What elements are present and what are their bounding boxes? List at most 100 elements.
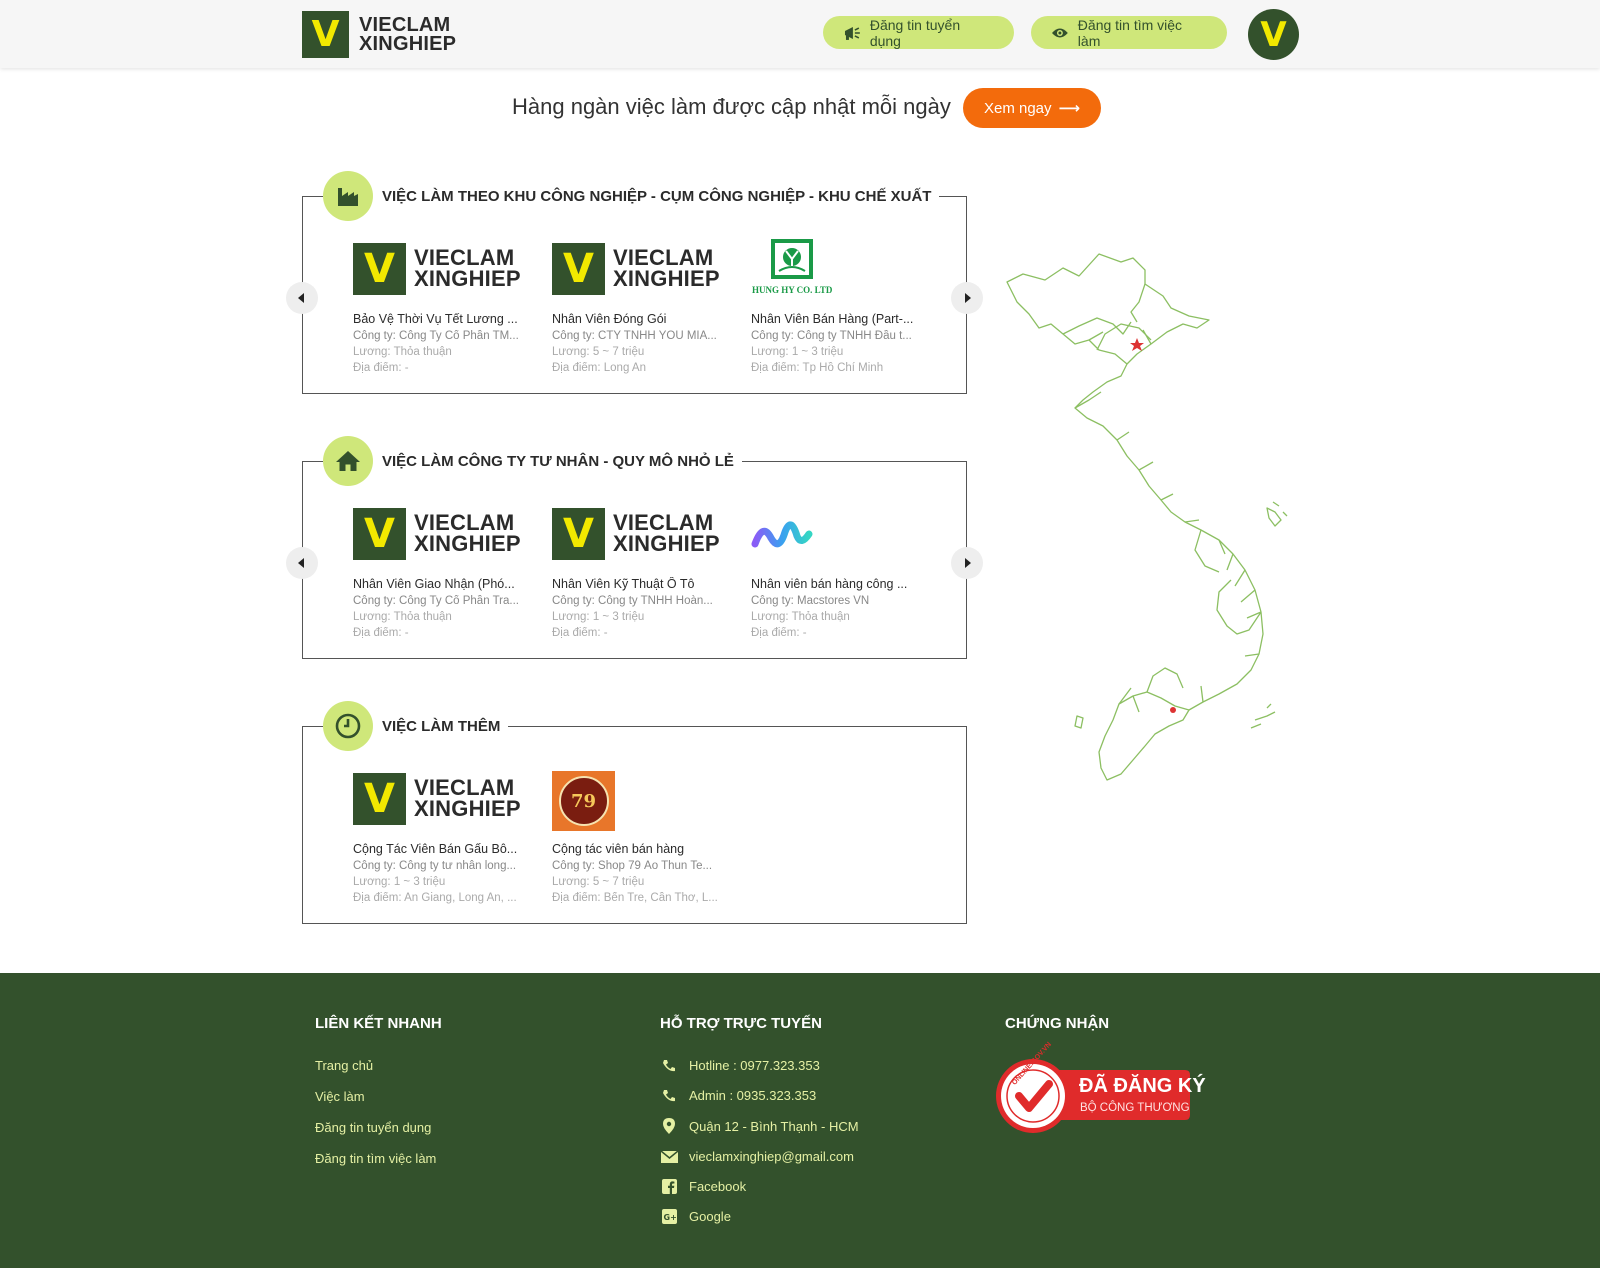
- facebook-icon: [660, 1179, 678, 1194]
- job-salary: Lương: 5 ~ 7 triệu: [552, 876, 645, 888]
- job-card[interactable]: V VIECLAM XINGHIEP Cộng Tác Viên Bán Gấu …: [353, 771, 528, 904]
- vieclam-logo: V VIECLAM XINGHIEP: [552, 508, 720, 560]
- google-plus-icon: G+: [660, 1209, 678, 1224]
- vietnam-map[interactable]: [1005, 250, 1315, 800]
- job-location: Địa điểm: -: [353, 362, 409, 374]
- banner-tagline: Hàng ngàn việc làm được cập nhật mỗi ngà…: [512, 94, 951, 119]
- job-company: Công ty: Công ty tư nhân long...: [353, 860, 517, 872]
- mail-icon: [660, 1150, 678, 1163]
- home-icon: [323, 436, 373, 486]
- footer-link-post-job[interactable]: Đăng tin tuyển dụng: [315, 1120, 442, 1135]
- admin-phone-link[interactable]: Admin : 0935.323.353: [660, 1088, 859, 1103]
- phone-icon: [660, 1059, 678, 1073]
- hotline-link[interactable]: Hotline : 0977.323.353: [660, 1058, 859, 1073]
- job-title: Nhân viên bán hàng công ...: [751, 577, 908, 591]
- job-location: Địa điểm: -: [353, 627, 409, 639]
- job-title: Cộng Tác Viên Bán Gấu Bô...: [353, 842, 518, 856]
- job-card[interactable]: 79 Cộng tác viên bán hàng Công ty: Shop …: [552, 771, 727, 904]
- job-card[interactable]: V VIECLAM XINGHIEP Nhân Viên Kỹ Thuật Ô T…: [552, 506, 727, 639]
- clock-icon: [323, 701, 373, 751]
- job-salary: Lương: 1 ~ 3 triệu: [353, 876, 446, 888]
- job-location: Địa điểm: An Giang, Long An, ...: [353, 892, 517, 904]
- section-title: VIỆC LÀM THEO KHU CÔNG NGHIỆP - CỤM CÔNG…: [382, 187, 932, 205]
- job-card[interactable]: V VIECLAM XINGHIEP Bảo Vệ Thời Vụ Tết Lươ…: [353, 241, 528, 374]
- footer-heading: HỖ TRỢ TRỰC TUYẾN: [660, 1015, 822, 1032]
- footer-link-post-resume[interactable]: Đăng tin tìm việc làm: [315, 1151, 442, 1166]
- caret-left-icon: [298, 558, 304, 568]
- capital-star-icon: [1130, 338, 1144, 351]
- job-company: Công ty: Công ty TNHH Hoàn...: [552, 595, 713, 607]
- job-company: Công ty: Shop 79 Áo Thun Te...: [552, 860, 713, 872]
- job-salary: Lương: 5 ~ 7 triệu: [552, 346, 645, 358]
- job-location: Địa điểm: Tp Hồ Chí Minh: [751, 362, 884, 374]
- macstores-logo: [751, 521, 813, 548]
- job-title: Nhân Viên Kỹ Thuật Ô Tô: [552, 577, 695, 591]
- phone-icon: [660, 1089, 678, 1103]
- section-industrial-jobs: VIỆC LÀM THEO KHU CÔNG NGHIỆP - CỤM CÔNG…: [286, 171, 983, 394]
- post-resume-button[interactable]: Đăng tin tìm việc làm: [1031, 16, 1227, 49]
- email-link[interactable]: vieclamxinghiep@gmail.com: [660, 1149, 859, 1164]
- quick-links: LIÊN KẾT NHANH Trang chủ Việc làm Đăng t…: [315, 1015, 442, 1182]
- job-salary: Lương: 1 ~ 3 triệu: [552, 611, 645, 623]
- job-title: Bảo Vệ Thời Vụ Tết Lương ...: [353, 312, 518, 326]
- shop79-logo: 79: [552, 771, 615, 831]
- factory-icon: [323, 171, 373, 221]
- job-card[interactable]: V VIECLAM XINGHIEP Nhân Viên Đóng Gói Côn…: [552, 241, 727, 374]
- footer-link-jobs[interactable]: Việc làm: [315, 1089, 442, 1104]
- city-marker-icon: [1170, 707, 1176, 713]
- section-title: VIỆC LÀM THÊM: [382, 717, 501, 735]
- job-salary: Lương: 1 ~ 3 triệu: [751, 346, 844, 358]
- google-link[interactable]: G+ Google: [660, 1209, 859, 1224]
- job-salary: Lương: Thỏa thuận: [353, 611, 452, 623]
- job-company: Công ty: Macstores VN: [751, 595, 870, 607]
- vieclam-logo: V VIECLAM XINGHIEP: [353, 243, 521, 295]
- carousel-prev-button[interactable]: [286, 547, 318, 579]
- view-now-button[interactable]: Xem ngay ⟶: [963, 88, 1101, 128]
- job-location: Địa điểm: -: [751, 627, 807, 639]
- address-link[interactable]: Quận 12 - Bình Thạnh - HCM: [660, 1118, 859, 1134]
- vieclam-logo: V VIECLAM XINGHIEP: [353, 508, 521, 560]
- job-salary: Lương: Thỏa thuận: [751, 611, 850, 623]
- svg-text:G+: G+: [663, 1213, 676, 1222]
- ministry-registered-badge[interactable]: ONLINE.GOV.VN ĐÃ ĐĂNG KÝ BỘ CÔNG THƯƠNG: [995, 1041, 1206, 1138]
- arrow-right-icon: ⟶: [1058, 100, 1081, 117]
- job-company: Công ty: CTY TNHH YOU MIA...: [552, 330, 717, 342]
- vieclam-logo: V VIECLAM XINGHIEP: [353, 773, 521, 825]
- facebook-link[interactable]: Facebook: [660, 1179, 859, 1194]
- hunghy-logo: HUNG HY CO. LTD: [751, 237, 836, 303]
- job-card[interactable]: Nhân viên bán hàng công ... Công ty: Mac…: [751, 506, 926, 639]
- post-job-button[interactable]: Đăng tin tuyển dụng: [823, 16, 1014, 49]
- eye-icon: [1051, 28, 1068, 37]
- caret-right-icon: [965, 558, 971, 568]
- site-footer: LIÊN KẾT NHANH Trang chủ Việc làm Đăng t…: [0, 973, 1600, 1268]
- megaphone-icon: [844, 26, 860, 40]
- map-pin-icon: [660, 1118, 678, 1134]
- footer-heading: CHỨNG NHẬN: [1005, 1015, 1110, 1032]
- job-location: Địa điểm: Bến Tre, Cần Thơ, L...: [552, 892, 718, 904]
- job-title: Cộng tác viên bán hàng: [552, 842, 685, 856]
- section-private-company-jobs: VIỆC LÀM CÔNG TY TƯ NHÂN - QUY MÔ NHỎ LẺ…: [286, 436, 983, 659]
- carousel-next-button[interactable]: [951, 282, 983, 314]
- footer-heading: LIÊN KẾT NHANH: [315, 1015, 442, 1032]
- site-header: V VIECLAM XINGHIEP Đăng tin tuyển dụng Đ…: [0, 0, 1600, 68]
- job-title: Nhân Viên Bán Hàng (Part-...: [751, 312, 914, 326]
- job-location: Địa điểm: Long An: [552, 362, 646, 374]
- online-support: HỖ TRỢ TRỰC TUYẾN Hotline : 0977.323.353…: [660, 1015, 859, 1239]
- caret-left-icon: [298, 293, 304, 303]
- job-card[interactable]: V VIECLAM XINGHIEP Nhân Viên Giao Nhận (P…: [353, 506, 528, 639]
- carousel-prev-button[interactable]: [286, 282, 318, 314]
- job-company: Công ty: Công ty TNHH Đầu t...: [751, 330, 912, 342]
- footer-link-home[interactable]: Trang chủ: [315, 1058, 442, 1073]
- caret-right-icon: [965, 293, 971, 303]
- job-salary: Lương: Thỏa thuận: [353, 346, 452, 358]
- site-logo[interactable]: V VIECLAM XINGHIEP: [302, 11, 456, 58]
- user-avatar[interactable]: V: [1248, 9, 1299, 60]
- vieclam-logo: V VIECLAM XINGHIEP: [552, 243, 720, 295]
- job-title: Nhân Viên Đóng Gói: [552, 312, 667, 326]
- job-card[interactable]: HUNG HY CO. LTD Nhân Viên Bán Hàng (Part…: [751, 239, 926, 374]
- job-company: Công ty: Công Ty Cổ Phần TM...: [353, 330, 519, 342]
- job-company: Công ty: Công Ty Cổ Phần Tra...: [353, 595, 519, 607]
- carousel-next-button[interactable]: [951, 547, 983, 579]
- section-part-time-jobs: VIỆC LÀM THÊM V VIECLAM XINGHIEP Cộng Tác…: [302, 701, 967, 924]
- section-title: VIỆC LÀM CÔNG TY TƯ NHÂN - QUY MÔ NHỎ LẺ: [382, 452, 734, 470]
